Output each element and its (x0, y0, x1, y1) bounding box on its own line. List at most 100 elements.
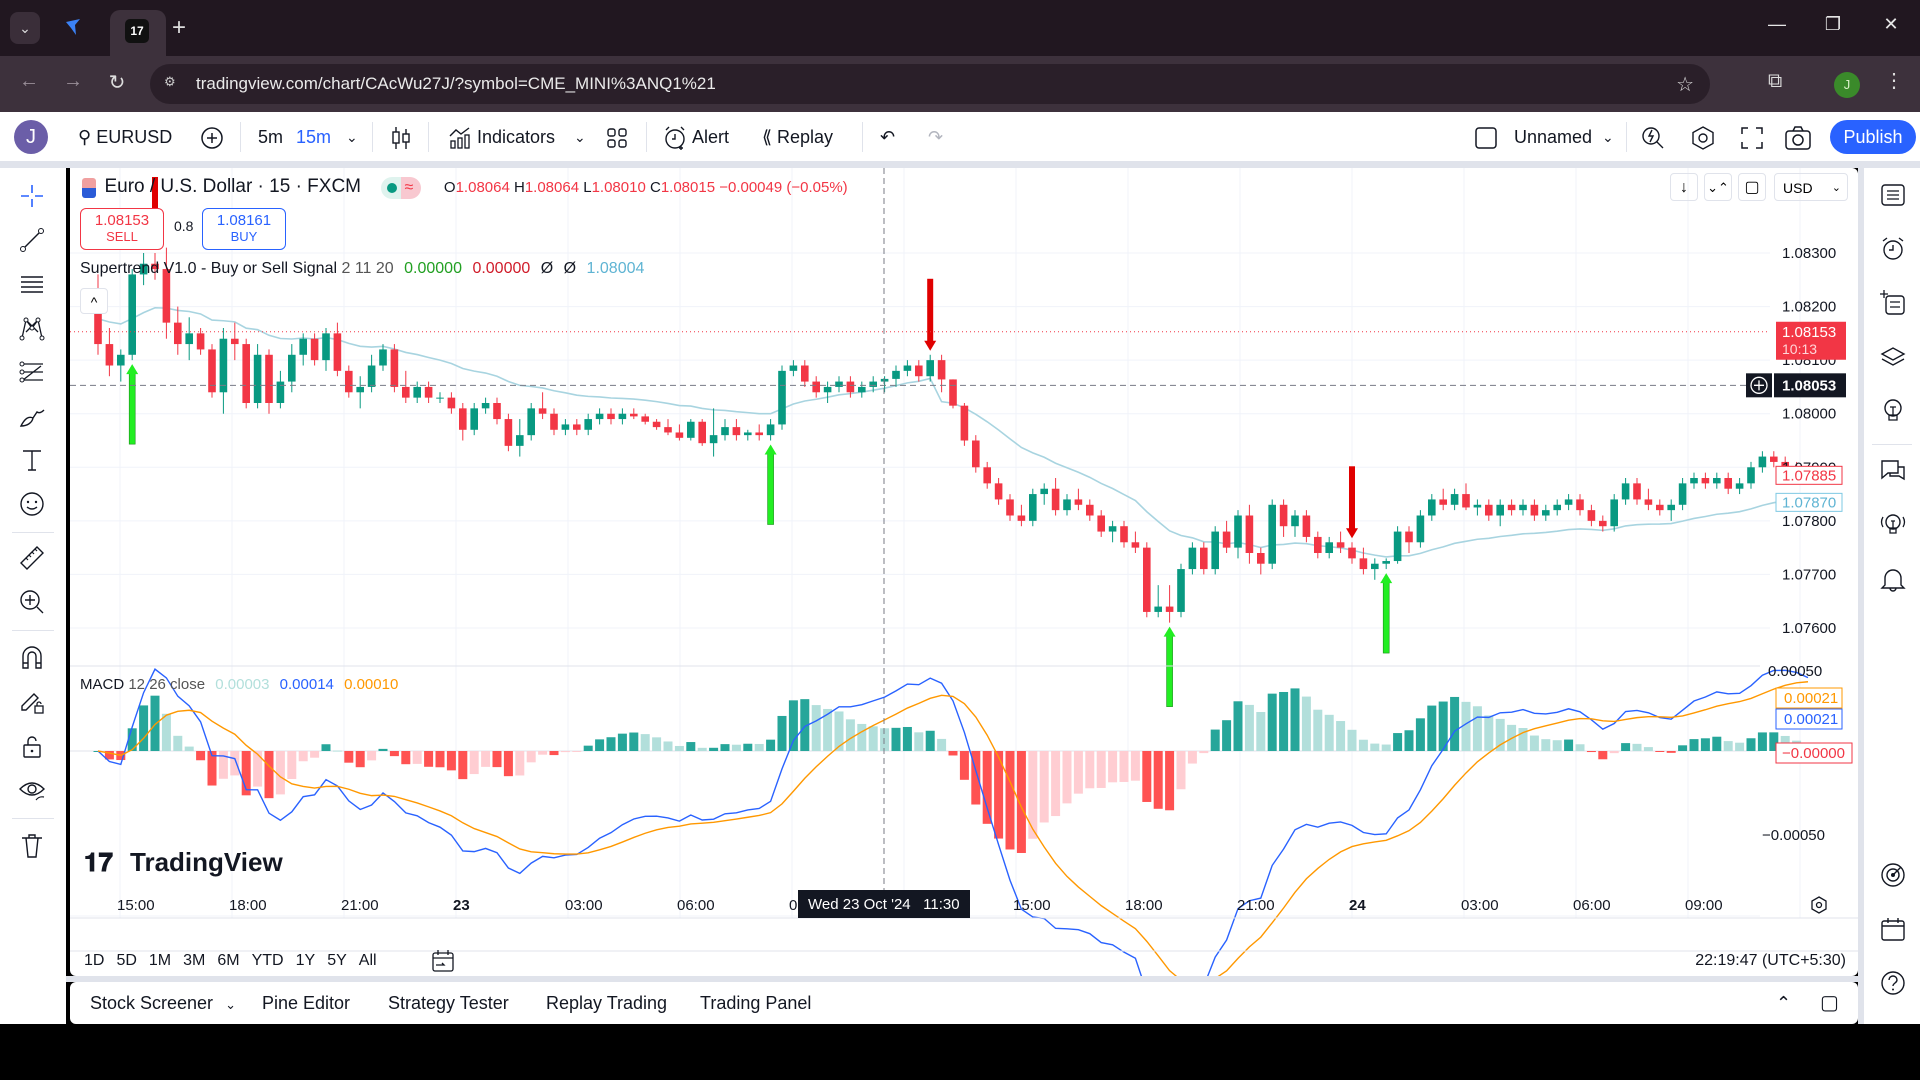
sell-button[interactable]: 1.08153 SELL (80, 208, 164, 250)
candle-body (436, 397, 444, 399)
streams-lightbulb-icon[interactable] (1876, 508, 1910, 542)
tab-trading-panel[interactable]: Trading Panel (700, 982, 811, 1024)
zoom-in-icon[interactable] (14, 584, 50, 620)
visibility-eye-icon[interactable] (14, 772, 50, 808)
undo-icon[interactable]: ↶ (880, 112, 895, 162)
indicators-button[interactable]: Indicators (448, 112, 555, 162)
range-5d[interactable]: 5D (116, 952, 136, 969)
symbol-legend[interactable]: Euro / U.S. Dollar · 15 · FXCM ≈ O1.0806… (82, 176, 848, 199)
tab-strategy-tester[interactable]: Strategy Tester (388, 982, 509, 1024)
text-tool-icon[interactable] (14, 442, 50, 478)
object-tree-icon[interactable] (1876, 286, 1910, 320)
collapse-legend-button[interactable]: ^ (80, 288, 108, 314)
tab-search-button[interactable]: ⌄ (10, 12, 40, 44)
chart-type-button[interactable] (390, 112, 412, 162)
range-6m[interactable]: 6M (217, 952, 239, 969)
currency-select[interactable]: USD ⌄ (1774, 173, 1848, 201)
new-tab-button[interactable]: + (172, 12, 186, 44)
compare-symbol-button[interactable] (200, 112, 224, 162)
calendar-icon[interactable] (1876, 912, 1910, 946)
indicators-dropdown-icon[interactable]: ⌄ (574, 112, 586, 162)
fullscreen-icon[interactable] (1740, 112, 1764, 162)
layout-checkbox-icon[interactable] (1474, 112, 1498, 162)
tab-tradingview[interactable]: 17 (110, 10, 166, 56)
interval-dropdown-icon[interactable]: ⌄ (346, 112, 358, 162)
range-1m[interactable]: 1M (149, 952, 171, 969)
crosshair-icon[interactable] (14, 178, 50, 214)
browser-menu-icon[interactable]: ⋮ (1884, 68, 1904, 93)
chat-icon[interactable] (1876, 454, 1910, 488)
unlock-icon[interactable] (14, 728, 50, 764)
close-window-button[interactable]: ✕ (1876, 14, 1906, 35)
reload-icon[interactable]: ↻ (102, 70, 132, 95)
scroll-to-latest-button[interactable]: ↓ (1670, 173, 1698, 201)
parallel-lines-icon[interactable] (14, 266, 50, 302)
notifications-bell-icon[interactable] (1876, 562, 1910, 596)
candle (493, 397, 501, 425)
range-1y[interactable]: 1Y (296, 952, 316, 969)
magnet-icon[interactable] (14, 640, 50, 676)
quick-search-icon[interactable] (1640, 112, 1666, 162)
range-3m[interactable]: 3M (183, 952, 205, 969)
back-icon[interactable]: ← (14, 70, 44, 93)
supertrend-legend[interactable]: Supertrend V1.0 - Buy or Sell Signal 2 1… (80, 260, 644, 278)
range-1d[interactable]: 1D (84, 952, 104, 969)
fib-retracement-icon[interactable] (14, 354, 50, 390)
macd-histogram-bar (1199, 751, 1209, 754)
interval-5m[interactable]: 5m (258, 112, 283, 162)
extensions-icon[interactable]: ⧉ (1768, 70, 1782, 93)
layout-name[interactable]: Unnamed (1514, 112, 1592, 162)
address-bar[interactable]: ⚙ tradingview.com/chart/CAcWu27J/?symbol… (150, 64, 1710, 104)
interval-15m[interactable]: 15m (296, 112, 331, 162)
user-avatar[interactable]: J (14, 120, 48, 154)
tab-pine-editor[interactable]: Pine Editor (262, 982, 350, 1024)
layouts-button[interactable] (606, 112, 628, 162)
collapse-panes-button[interactable]: ⌄⌃ (1704, 173, 1732, 201)
replay-button[interactable]: ⟪ Replay (762, 112, 833, 162)
chart-canvas[interactable]: 1.083001.082001.081001.080001.079001.078… (70, 168, 1858, 1032)
layers-icon[interactable] (1876, 340, 1910, 374)
range-all[interactable]: All (359, 952, 377, 969)
lock-drawings-icon[interactable] (14, 684, 50, 720)
publish-button[interactable]: Publish (1830, 120, 1916, 154)
restore-button[interactable]: ❐ (1818, 14, 1848, 35)
trash-icon[interactable] (14, 828, 50, 864)
help-icon[interactable] (1876, 966, 1910, 1000)
go-to-date-calendar-icon[interactable] (430, 948, 456, 979)
target-icon[interactable] (1876, 858, 1910, 892)
candle (652, 419, 661, 430)
forward-icon[interactable]: → (58, 70, 88, 93)
pattern-icon[interactable] (14, 310, 50, 346)
brush-icon[interactable] (14, 398, 50, 434)
tab-replay-trading[interactable]: Replay Trading (546, 982, 667, 1024)
ruler-icon[interactable] (14, 540, 50, 576)
redo-icon[interactable]: ↷ (928, 112, 943, 162)
macd-legend[interactable]: MACD 12 26 close 0.00003 0.00014 0.00010 (80, 676, 398, 693)
range-ytd[interactable]: YTD (252, 952, 284, 969)
range-5y[interactable]: 5Y (327, 952, 347, 969)
symbol-search[interactable]: ⚲ EURUSD (78, 112, 172, 162)
time-axis-settings-icon[interactable] (1811, 896, 1827, 914)
snapshot-camera-icon[interactable] (1784, 112, 1812, 162)
minimize-button[interactable]: — (1762, 14, 1792, 35)
emoji-icon[interactable] (14, 486, 50, 522)
trend-line-icon[interactable] (14, 222, 50, 258)
maximize-panel-icon[interactable]: ▢ (1820, 982, 1839, 1024)
maximize-pane-button[interactable]: ▢ (1738, 173, 1766, 201)
tab-stock-screener[interactable]: Stock Screener ⌄ (90, 982, 236, 1024)
tab-favicon[interactable] (62, 16, 84, 38)
alerts-clock-icon[interactable] (1876, 232, 1910, 266)
watchlist-icon[interactable] (1876, 178, 1910, 212)
clock-timezone[interactable]: 22:19:47 (UTC+5:30) (1695, 952, 1846, 970)
bookmark-star-icon[interactable]: ☆ (1676, 72, 1694, 97)
candle-body (1393, 531, 1402, 562)
ideas-lightbulb-icon[interactable] (1876, 394, 1910, 428)
profile-avatar[interactable]: J (1834, 72, 1860, 98)
expand-panel-chevron-up-icon[interactable]: ⌃ (1776, 982, 1791, 1024)
url-text[interactable]: tradingview.com/chart/CAcWu27J/?symbol=C… (196, 74, 716, 94)
buy-button[interactable]: 1.08161 BUY (202, 208, 286, 250)
layout-dropdown-icon[interactable]: ⌄ (1602, 112, 1614, 162)
settings-gear-icon[interactable] (1690, 112, 1716, 162)
site-info-icon[interactable]: ⚙ (164, 74, 184, 94)
alert-button[interactable]: Alert (662, 112, 729, 162)
